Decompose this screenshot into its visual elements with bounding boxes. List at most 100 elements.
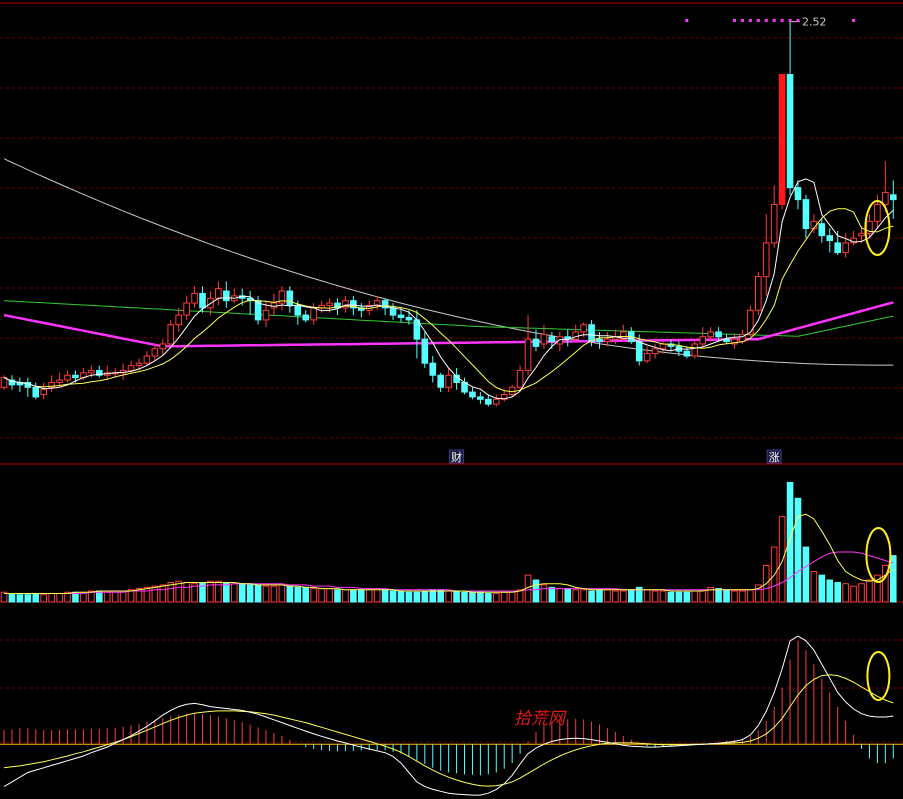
candle <box>540 333 548 345</box>
candle <box>858 232 865 237</box>
candle <box>588 324 595 343</box>
candle <box>524 338 532 371</box>
candle <box>215 288 222 299</box>
volume-bar <box>572 589 579 603</box>
candle <box>223 290 230 302</box>
volume-bar <box>381 589 389 603</box>
candle <box>405 317 413 321</box>
candle <box>691 343 699 357</box>
volume-bar <box>207 580 214 603</box>
candle <box>556 336 564 345</box>
volume-highlight-circle <box>865 527 892 583</box>
volume-bar <box>620 590 627 603</box>
candle <box>802 199 810 229</box>
chart-canvas: 2.52 财 涨拾荒网 <box>0 2 903 796</box>
macd-histogram <box>3 640 894 776</box>
candles <box>0 21 897 407</box>
volume-bar <box>691 590 699 603</box>
candle <box>532 338 540 347</box>
candle <box>818 223 826 237</box>
volume-bar <box>850 585 857 603</box>
volume-bar <box>445 590 452 603</box>
candle <box>199 292 206 309</box>
candle <box>56 379 63 383</box>
ma-very-long-line <box>3 158 894 366</box>
volume-bar <box>302 586 310 603</box>
volume-bar <box>834 581 842 603</box>
candle <box>604 338 611 343</box>
candle <box>286 290 294 306</box>
volume-bar <box>397 590 405 603</box>
volume-bar <box>159 584 167 603</box>
volume-bar <box>278 584 286 603</box>
candle <box>167 324 175 345</box>
candle <box>548 336 556 343</box>
candle <box>485 398 492 405</box>
signal-dot <box>788 19 792 22</box>
candle <box>64 374 71 381</box>
volume-bar <box>246 584 254 603</box>
candle <box>191 292 198 304</box>
volume-bar <box>802 546 810 603</box>
candle <box>445 374 452 388</box>
candle <box>794 187 802 201</box>
candle <box>437 374 444 388</box>
volume-bar <box>389 590 397 603</box>
volume-bar <box>461 591 468 603</box>
volume-bar <box>858 583 865 603</box>
watermark: 拾荒网 <box>514 709 567 729</box>
candle <box>397 314 405 319</box>
volume-bar <box>413 591 421 603</box>
volume-bar <box>667 591 675 603</box>
candle <box>659 343 667 350</box>
candle <box>270 302 278 309</box>
candle <box>651 348 659 355</box>
volume-bar <box>739 590 746 603</box>
signal-dot <box>685 19 689 22</box>
volume-bar <box>612 590 619 603</box>
volume-bar <box>731 590 738 603</box>
candle <box>175 314 182 326</box>
candle <box>826 235 834 242</box>
candle <box>310 307 317 321</box>
volume-bar <box>270 585 278 603</box>
signal-dot <box>772 19 776 22</box>
volume-bar <box>334 589 341 603</box>
volume-bar <box>580 589 587 603</box>
volume-ma-fast-line <box>4 513 894 594</box>
volume-bar <box>143 586 151 603</box>
event-label: 财 <box>451 450 462 464</box>
candle <box>40 389 48 395</box>
volume-bar <box>500 591 508 603</box>
candle <box>882 191 889 205</box>
volume-bar <box>56 592 63 603</box>
volume-bar <box>24 594 32 603</box>
signal-dot <box>764 19 768 22</box>
volume-bar <box>810 571 818 603</box>
candle <box>683 350 691 357</box>
volume-bar <box>786 481 794 603</box>
high-price-label: 2.52 <box>802 16 827 29</box>
volume-bar <box>294 586 302 603</box>
volume-bar <box>310 588 317 603</box>
volume-bar <box>103 591 111 603</box>
candle <box>72 374 79 379</box>
volume-bars <box>0 481 897 603</box>
volume-bar <box>651 590 659 603</box>
signal-dot <box>796 19 800 22</box>
candle <box>635 341 643 362</box>
candle <box>874 203 881 222</box>
volume-bar <box>223 581 230 603</box>
volume-bar <box>675 591 683 603</box>
volume-bar <box>699 589 707 603</box>
signal-dot <box>740 19 744 22</box>
volume-bar <box>254 584 262 603</box>
volume-bar <box>532 579 540 603</box>
volume-bar <box>604 589 611 603</box>
signal-dots <box>685 19 856 22</box>
volume-bar <box>866 579 873 603</box>
candle <box>707 331 714 338</box>
candle <box>492 398 500 405</box>
volume-bar <box>469 591 476 603</box>
candle <box>159 343 167 350</box>
